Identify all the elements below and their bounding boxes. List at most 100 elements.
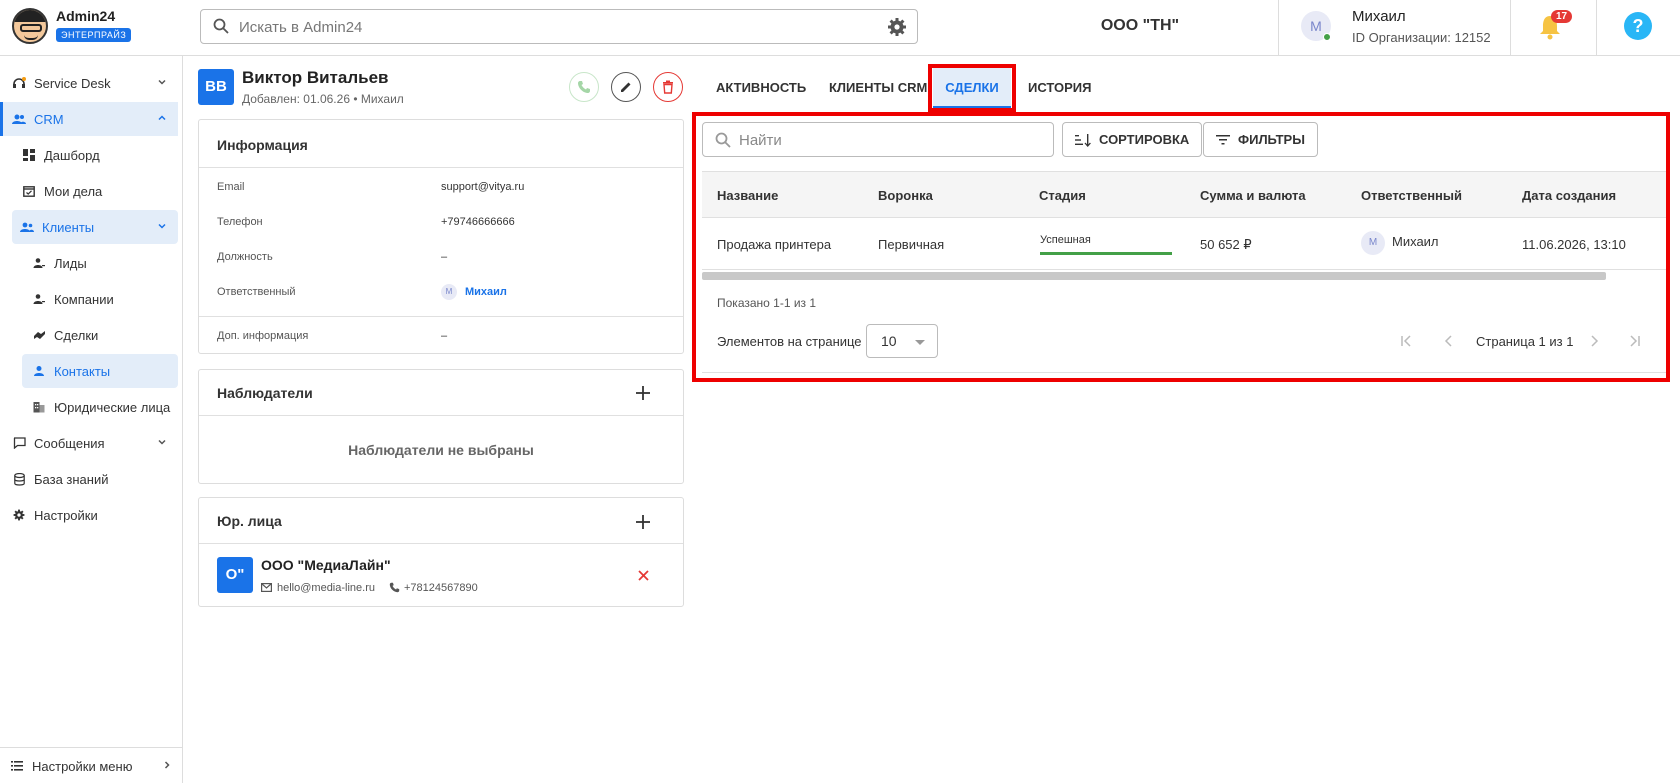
close-icon[interactable]: [638, 570, 649, 581]
contact-added-info: Добавлен: 01.06.26 • Михаил: [242, 92, 404, 106]
info-card: Информация Email support@vitya.ru Телефо…: [198, 119, 684, 354]
legal-entity-email[interactable]: hello@media-line.ru: [277, 582, 375, 594]
chevron-down-icon: [158, 79, 166, 85]
sidebar-item-leads[interactable]: Лиды: [0, 246, 178, 280]
info-label: Ответственный: [217, 286, 296, 298]
chat-icon: [12, 436, 26, 450]
chevron-down-icon: [158, 439, 166, 445]
tab-crm-clients[interactable]: КЛИЕНТЫ CRM: [815, 68, 941, 108]
divider: [1278, 0, 1279, 56]
sidebar-item-companies[interactable]: Компании: [0, 282, 178, 316]
chevron-right-icon: [164, 761, 170, 769]
calendar-check-icon: [22, 184, 36, 198]
info-card-title: Информация: [217, 137, 308, 153]
organization-id: ID Организации: 12152: [1352, 30, 1491, 45]
sidebar-item-label: Сообщения: [34, 435, 105, 451]
app-logo[interactable]: [12, 8, 48, 44]
sidebar-item-label: Мои дела: [44, 183, 103, 199]
pencil-icon: [621, 82, 631, 92]
chevron-down-icon: [158, 223, 166, 229]
sidebar-item-dashboard[interactable]: Дашборд: [0, 138, 178, 172]
gear-icon: [12, 508, 26, 522]
menu-settings-row[interactable]: Настройки меню: [0, 749, 183, 783]
global-search[interactable]: Искать в Admin24: [200, 9, 918, 44]
legal-entities-card: Юр. лица О" ООО "МедиаЛайн" hello@media-…: [198, 497, 684, 607]
tab-activity[interactable]: АКТИВНОСТЬ: [702, 68, 820, 108]
call-button[interactable]: [569, 72, 599, 102]
list-icon: [10, 759, 24, 773]
sidebar-item-clients[interactable]: Клиенты: [12, 210, 178, 244]
sidebar-item-label: Контакты: [54, 363, 111, 379]
legal-entity-phone[interactable]: +78124567890: [404, 582, 478, 594]
legal-entity-name[interactable]: ООО "МедиаЛайн": [261, 557, 391, 573]
sidebar-item-label: Настройки: [34, 507, 98, 523]
plus-icon[interactable]: [636, 386, 650, 400]
sidebar-item-contacts[interactable]: Контакты: [22, 354, 178, 388]
notification-count-badge: 17: [1551, 10, 1573, 23]
person-add-icon: [32, 292, 46, 306]
divider: [199, 316, 683, 317]
menu-settings-label: Настройки меню: [32, 758, 133, 774]
tab-history[interactable]: ИСТОРИЯ: [1014, 68, 1106, 108]
app-root: Admin24 ЭНТЕРПРАЙЗ Искать в Admin24 ООО …: [0, 0, 1680, 783]
phone-icon: [578, 81, 590, 93]
sidebar-item-knowledge-base[interactable]: База знаний: [0, 462, 178, 496]
info-email-value[interactable]: support@vitya.ru: [441, 181, 524, 193]
divider: [1510, 0, 1511, 56]
sidebar-item-label: Лиды: [54, 255, 87, 271]
person-icon: [32, 364, 46, 378]
divider: [199, 415, 683, 416]
sidebar-item-label: Клиенты: [42, 219, 95, 235]
sidebar-item-label: Дашборд: [44, 147, 100, 163]
contact-avatar: ВВ: [198, 69, 234, 105]
plan-badge: ЭНТЕРПРАЙЗ: [56, 28, 132, 42]
info-phone-value[interactable]: +79746666666: [441, 216, 515, 228]
mail-icon: [261, 583, 272, 592]
highlight-box-tab: [928, 64, 1016, 112]
observers-card: Наблюдатели Наблюдатели не выбраны: [198, 369, 684, 484]
info-label: Email: [217, 181, 245, 193]
person-add-icon: [32, 256, 46, 270]
phone-icon: [389, 582, 400, 593]
user-name[interactable]: Михаил: [1352, 8, 1406, 25]
search-icon: [213, 18, 229, 34]
sidebar-item-label: Компании: [54, 291, 114, 307]
info-owner-link[interactable]: Михаил: [465, 286, 507, 298]
sidebar-item-label: Юридические лица: [54, 399, 171, 415]
sidebar-item-my-tasks[interactable]: Мои дела: [0, 174, 178, 208]
people-icon: [12, 112, 26, 126]
divider: [199, 167, 683, 168]
legal-entity-avatar: О": [217, 557, 253, 593]
divider: [1596, 0, 1597, 56]
gear-icon[interactable]: [887, 17, 907, 37]
chevron-up-icon: [158, 115, 166, 121]
search-input[interactable]: Искать в Admin24: [239, 19, 362, 36]
plus-icon[interactable]: [636, 515, 650, 529]
organization-name[interactable]: ООО "ТН": [1000, 0, 1280, 56]
sidebar-item-settings[interactable]: Настройки: [0, 498, 178, 532]
sidebar-item-deals[interactable]: Сделки: [0, 318, 178, 352]
help-icon[interactable]: ?: [1624, 12, 1652, 40]
contact-name: Виктор Витальев: [242, 68, 389, 87]
sidebar-item-label: CRM: [34, 111, 64, 127]
delete-button[interactable]: [653, 72, 683, 102]
trash-icon: [663, 80, 673, 94]
edit-button[interactable]: [611, 72, 641, 102]
active-indicator: [0, 102, 3, 136]
sidebar-item-legal-entities[interactable]: Юридические лица: [0, 390, 178, 424]
sidebar-item-messages[interactable]: Сообщения: [0, 426, 178, 460]
info-position-value: –: [441, 251, 448, 263]
sidebar-item-label: Сделки: [54, 327, 99, 343]
handshake-icon: [32, 328, 46, 342]
online-status-dot: [1323, 33, 1331, 41]
database-icon: [12, 472, 26, 486]
sidebar-item-service-desk[interactable]: Service Desk: [0, 66, 178, 100]
sidebar-menu-settings[interactable]: Настройки меню: [0, 747, 183, 783]
divider: [199, 543, 683, 544]
observers-empty-text: Наблюдатели не выбраны: [348, 442, 534, 458]
observers-card-title: Наблюдатели: [217, 385, 313, 401]
brand-name: Admin24: [56, 8, 116, 24]
top-bar: Admin24 ЭНТЕРПРАЙЗ Искать в Admin24 ООО …: [0, 0, 1680, 56]
sidebar-item-crm[interactable]: CRM: [0, 102, 178, 136]
sidebar-item-label: Service Desk: [34, 75, 111, 91]
